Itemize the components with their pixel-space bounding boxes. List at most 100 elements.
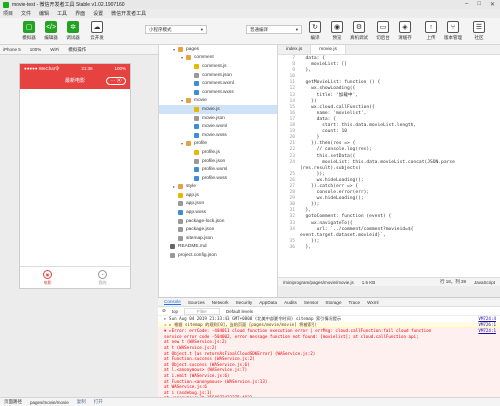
compile-select[interactable]: 普通编译 ▾ [246, 25, 302, 34]
editor-tab-movie[interactable]: movie.js [311, 45, 346, 54]
capsule-menu-button[interactable]: ··· ⦿ [106, 77, 126, 85]
file-icon [194, 167, 199, 173]
tree-item[interactable]: comment.js [159, 62, 277, 71]
tree-item[interactable]: comment.wxss [159, 88, 277, 97]
tree-item[interactable]: profile.js [159, 148, 277, 157]
close-icon[interactable]: ✕ [490, 1, 495, 8]
tree-item[interactable]: package.json [159, 225, 277, 234]
devtools-tab[interactable]: Network [212, 300, 229, 305]
menu-item[interactable]: 文件 [21, 10, 31, 17]
file-icon [194, 149, 199, 155]
tree-item[interactable]: app.wxss [159, 208, 277, 217]
tab-movie[interactable]: ▣ 电影 [20, 267, 75, 288]
tree-item[interactable]: project.config.json [159, 251, 277, 260]
tree-item[interactable]: movie.js [159, 105, 277, 114]
toolbar-button[interactable]: ▢ 模拟器 [18, 21, 40, 41]
status-bar: 页面路径 pages/movie/movie 复制 打开 [0, 397, 500, 406]
devtools-tab[interactable]: Audits [284, 300, 297, 305]
toolbar-button[interactable]: ☰ 社区 [468, 21, 490, 41]
console-message: ⚠ ▸ 根据 sitemap 的规则[0]，当前页面 [pages/movie/… [164, 321, 316, 327]
tree-item[interactable]: ▾ movie [159, 97, 277, 106]
file-icon [178, 235, 183, 241]
toolbar-button[interactable]: ⚙ 真机调试 [348, 21, 370, 41]
tree-item[interactable]: movie.wxml [159, 122, 277, 131]
clear-console-icon[interactable]: ⊘ [162, 308, 166, 314]
clock-text: 21:36 [81, 66, 93, 71]
toolbar-button[interactable]: ▭ 切后台 [372, 21, 394, 41]
menu-bar: 项目 文件 编辑 工具 界面 设置 微信开发者工具 [0, 9, 500, 18]
devtools-tab[interactable]: Trace [349, 300, 361, 305]
toolbar-button[interactable]: ✲ 调试器 [62, 21, 84, 41]
toolbar-button[interactable]: ◉ 预览 [326, 21, 348, 41]
tree-item[interactable]: ▾ profile [159, 140, 277, 149]
tree-item[interactable]: sitemap.json [159, 234, 277, 243]
tree-item[interactable]: app.js [159, 191, 277, 200]
tree-item[interactable]: profile.wxml [159, 165, 277, 174]
context-select[interactable]: top [172, 309, 178, 314]
menu-item[interactable]: 编辑 [39, 10, 49, 17]
menu-item[interactable]: 项目 [3, 10, 13, 17]
tree-item[interactable]: ▾ pages [159, 45, 277, 54]
tree-item-label: README.md [178, 244, 207, 250]
tab-profile-label: 我的 [98, 280, 107, 285]
minimize-icon[interactable]: – [465, 1, 468, 8]
toolbar-button[interactable]: ↻ 编译 [304, 21, 326, 41]
tree-item[interactable]: ▾ comment [159, 54, 277, 63]
devtools-tab[interactable]: Storage [325, 300, 341, 305]
tree-item[interactable]: comment.json [159, 71, 277, 80]
phone-tab-bar: ▣ 电影 ◔ 我的 [20, 266, 130, 288]
log-level-select[interactable]: Default levels [226, 309, 253, 314]
maximize-icon[interactable]: □ [477, 1, 481, 8]
zoom-select[interactable]: 100% [30, 47, 42, 52]
network-select[interactable]: WiFi [50, 47, 59, 52]
mode-select[interactable]: 小程序模式 ▾ [145, 25, 207, 34]
console-source-link[interactable]: VM724:1 [478, 328, 500, 334]
folder-icon [178, 46, 183, 52]
toolbar-button[interactable]: ☁ 云开发 [86, 21, 108, 41]
menu-item[interactable]: 微信开发者工具 [111, 10, 146, 17]
device-select[interactable]: iPhone 5 [3, 47, 21, 52]
tree-item[interactable]: profile.wxss [159, 174, 277, 183]
toolbar-button[interactable]: </> 编辑器 [40, 21, 62, 41]
carrier-text: ●●●●● WeChat令 [24, 65, 60, 71]
tree-item-label: app.wxss [186, 210, 206, 216]
devtools-tab[interactable]: Wxml [367, 300, 378, 305]
devtools-tab[interactable]: AppData [259, 300, 277, 305]
devtools-tab[interactable]: Security [236, 300, 253, 305]
menu-item[interactable]: 工具 [57, 10, 67, 17]
operation-mode-select[interactable]: 模拟操作 [68, 47, 86, 53]
tree-item[interactable]: app.json [159, 200, 277, 209]
phone-nav-bar: 最新电影 ··· ⦿ [20, 73, 130, 89]
devtools-tab[interactable]: Sources [188, 300, 205, 305]
toolbar-button[interactable]: ⑂ 版本管理 [442, 21, 464, 41]
tree-item-label: package-lock.json [186, 218, 225, 224]
tree-item[interactable]: package-lock.json [159, 217, 277, 226]
menu-item[interactable]: 界面 [75, 10, 85, 17]
tab-profile[interactable]: ◔ 我的 [75, 267, 130, 288]
copy-path-link[interactable]: 复制 [77, 399, 86, 405]
devtools-tab[interactable]: Console [164, 299, 181, 305]
language-mode[interactable]: JavaScript [474, 280, 495, 285]
open-path-link[interactable]: 打开 [94, 399, 103, 405]
tree-item[interactable]: movie.wxss [159, 131, 277, 140]
editor-tab-index[interactable]: index.js [278, 45, 312, 54]
tree-item-label: profile.wxml [202, 167, 228, 173]
tree-item[interactable]: README.md [159, 243, 277, 252]
menu-item[interactable]: 设置 [93, 10, 103, 17]
tree-item[interactable]: movie.json [159, 114, 277, 123]
toolbar-button[interactable]: ◈ 清缓存 [394, 21, 416, 41]
code-area[interactable]: 7 data: {8 movieList: [] 9 }, 10 11 getMovi… [278, 56, 500, 276]
toolbar-button-label: 版本管理 [444, 35, 462, 40]
code-line: 36 }, [278, 245, 500, 251]
chevron-down-icon: ▾ [200, 26, 203, 32]
filter-input[interactable]: Filter [184, 307, 221, 315]
tree-item-label: project.config.json [178, 253, 217, 259]
tree-item[interactable]: ▸ style [159, 183, 277, 192]
tree-item[interactable]: comment.wxml [159, 79, 277, 88]
cursor-position: 行 18，列 39 [439, 279, 466, 284]
toolbar-button-icon: ◈ [399, 21, 411, 33]
devtools-tab[interactable]: Sensor [304, 300, 319, 305]
tree-item[interactable]: profile.json [159, 157, 277, 166]
toolbar-button[interactable]: ↑ 上传 [420, 21, 442, 41]
console-source-link[interactable]: VM726:1 [478, 322, 500, 328]
